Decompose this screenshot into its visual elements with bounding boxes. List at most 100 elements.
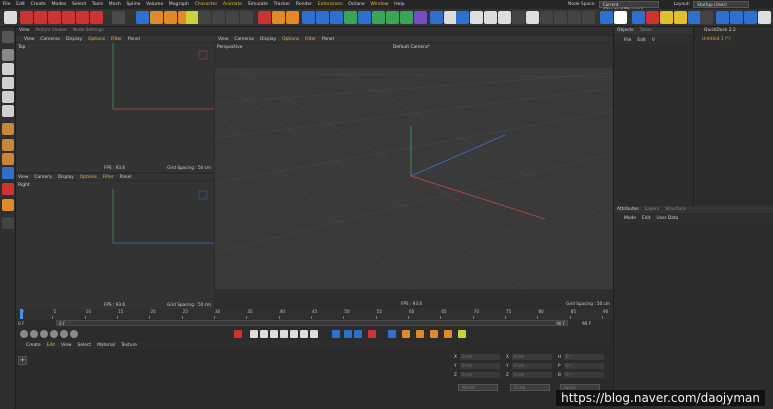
- paint-icon[interactable]: [2, 167, 14, 179]
- keyframe-icon[interactable]: [234, 330, 242, 338]
- menu-help[interactable]: Help: [391, 2, 407, 7]
- menu-tools[interactable]: Tools: [89, 2, 106, 7]
- menu-render[interactable]: Render: [293, 2, 315, 7]
- tab-takes[interactable]: Takes: [637, 28, 655, 33]
- render-icon[interactable]: [90, 11, 103, 24]
- mograph-icon[interactable]: [386, 11, 399, 24]
- current-frame[interactable]: 0 F: [18, 321, 24, 326]
- key-pla-icon[interactable]: [444, 330, 452, 338]
- menu-mograph[interactable]: Mograph: [166, 2, 192, 7]
- coord-field[interactable]: 0 cm: [460, 354, 500, 360]
- objects-menu-v[interactable]: V: [649, 38, 658, 43]
- deformer-icon[interactable]: [414, 11, 427, 24]
- model-mode-icon[interactable]: [2, 105, 14, 117]
- menu-simulate[interactable]: Simulate: [245, 2, 271, 7]
- render-icon[interactable]: [646, 11, 659, 24]
- render-icon[interactable]: [730, 11, 743, 24]
- polygons-mode-icon[interactable]: [2, 91, 14, 103]
- render-icon[interactable]: [716, 11, 729, 24]
- record-icon[interactable]: [258, 11, 271, 24]
- menu-cameras[interactable]: Cameras: [231, 37, 257, 42]
- mat-menu-edit[interactable]: Edit: [44, 343, 59, 348]
- record-icon[interactable]: [344, 330, 352, 338]
- render-icon[interactable]: [614, 11, 627, 24]
- menu-window[interactable]: Window: [368, 2, 392, 7]
- tab-view[interactable]: View: [16, 28, 32, 33]
- tag-icon[interactable]: [498, 11, 511, 24]
- mat-menu-material[interactable]: Material: [94, 343, 118, 348]
- menu-character[interactable]: Character: [192, 2, 220, 7]
- menu-display[interactable]: Display: [257, 37, 279, 42]
- tab-node-settings[interactable]: Node Settings: [70, 28, 107, 33]
- coord-mode-dropdown[interactable]: World: [458, 384, 498, 391]
- menu-options[interactable]: Options: [85, 37, 108, 42]
- tool-icon[interactable]: [554, 11, 567, 24]
- mograph-icon[interactable]: [372, 11, 385, 24]
- menu-display[interactable]: Display: [63, 37, 85, 42]
- menu-animate[interactable]: Animate: [220, 2, 245, 7]
- loop-icon[interactable]: [332, 330, 340, 338]
- menu-extensions[interactable]: Extensions: [315, 2, 346, 7]
- model-icon[interactable]: [112, 11, 125, 24]
- tool-icon[interactable]: [568, 11, 581, 24]
- menu-spline[interactable]: Spline: [124, 2, 144, 7]
- render-icon[interactable]: [62, 11, 75, 24]
- layout-dropdown[interactable]: Startup (User): [693, 1, 750, 8]
- prev-key-icon[interactable]: [260, 330, 268, 338]
- cube-icon[interactable]: [302, 11, 315, 24]
- attr-menu-mode[interactable]: Mode: [614, 216, 639, 221]
- add-material-button[interactable]: +: [18, 356, 27, 365]
- end-frame[interactable]: 90 F: [582, 321, 591, 326]
- mat-menu-create[interactable]: Create: [16, 343, 44, 348]
- menu-modes[interactable]: Modes: [49, 2, 70, 7]
- tab-layers[interactable]: Layers: [642, 207, 663, 212]
- menu-panel[interactable]: Panel: [319, 37, 337, 42]
- scene-icon[interactable]: [430, 11, 443, 24]
- menu-display[interactable]: Display: [55, 175, 77, 180]
- workplane-icon[interactable]: [2, 153, 14, 165]
- menu-volume[interactable]: Volume: [143, 2, 166, 7]
- timeline-mode-icon[interactable]: [70, 330, 78, 338]
- tool-icon[interactable]: [212, 11, 225, 24]
- perspective-viewport[interactable]: Perspective Default Camera* FPS : 93.6 G…: [215, 43, 613, 309]
- menu-panel[interactable]: Panel: [125, 37, 143, 42]
- coord-field[interactable]: 0 cm: [512, 372, 552, 378]
- tag-icon[interactable]: [470, 11, 483, 24]
- node-space-dropdown[interactable]: Current (Standard/Physical): [598, 1, 659, 12]
- mat-menu-view[interactable]: View: [58, 343, 74, 348]
- menu-create[interactable]: Create: [28, 2, 49, 7]
- mograph-icon[interactable]: [400, 11, 413, 24]
- autokey-icon[interactable]: [354, 330, 362, 338]
- tool-icon[interactable]: [240, 11, 253, 24]
- timeline-settings-icon[interactable]: [458, 330, 466, 338]
- coord-field[interactable]: 0 cm: [460, 372, 500, 378]
- points-mode-icon[interactable]: [2, 63, 14, 75]
- sculpt-icon[interactable]: [2, 199, 14, 211]
- go-start-icon[interactable]: [250, 330, 258, 338]
- timeline-ruler[interactable]: 051015202530354045505560657075808590: [16, 309, 613, 319]
- menu-options[interactable]: Options: [77, 175, 100, 180]
- quickdock-document[interactable]: Untitled 1 (*): [702, 37, 731, 42]
- render-icon[interactable]: [660, 11, 673, 24]
- tab-objects[interactable]: Objects: [614, 28, 637, 33]
- coord-field[interactable]: 0 °: [564, 372, 604, 378]
- coord-field[interactable]: 0 °: [564, 354, 604, 360]
- menu-filter[interactable]: Filter: [108, 37, 125, 42]
- spline-icon[interactable]: [330, 11, 343, 24]
- next-key-icon[interactable]: [300, 330, 308, 338]
- key-param-icon[interactable]: [430, 330, 438, 338]
- pen-icon[interactable]: [316, 11, 329, 24]
- menu-file[interactable]: File: [0, 2, 13, 7]
- menu-panel[interactable]: Panel: [117, 175, 135, 180]
- tab-structure[interactable]: Structure: [662, 207, 688, 212]
- attr-menu-user-data[interactable]: User Data: [653, 216, 681, 221]
- menu-filter[interactable]: Filter: [100, 175, 117, 180]
- key-rot-icon[interactable]: [402, 330, 410, 338]
- tool-icon[interactable]: [226, 11, 239, 24]
- menu-mesh[interactable]: Mesh: [106, 2, 124, 7]
- playhead[interactable]: [20, 309, 23, 319]
- mat-menu-select[interactable]: Select: [75, 343, 95, 348]
- octane-icon[interactable]: [600, 11, 613, 24]
- top-viewport[interactable]: Top FPS : 93.6 Grid Spacing : 50 cm: [16, 43, 214, 172]
- timeline-mode-icon[interactable]: [60, 330, 68, 338]
